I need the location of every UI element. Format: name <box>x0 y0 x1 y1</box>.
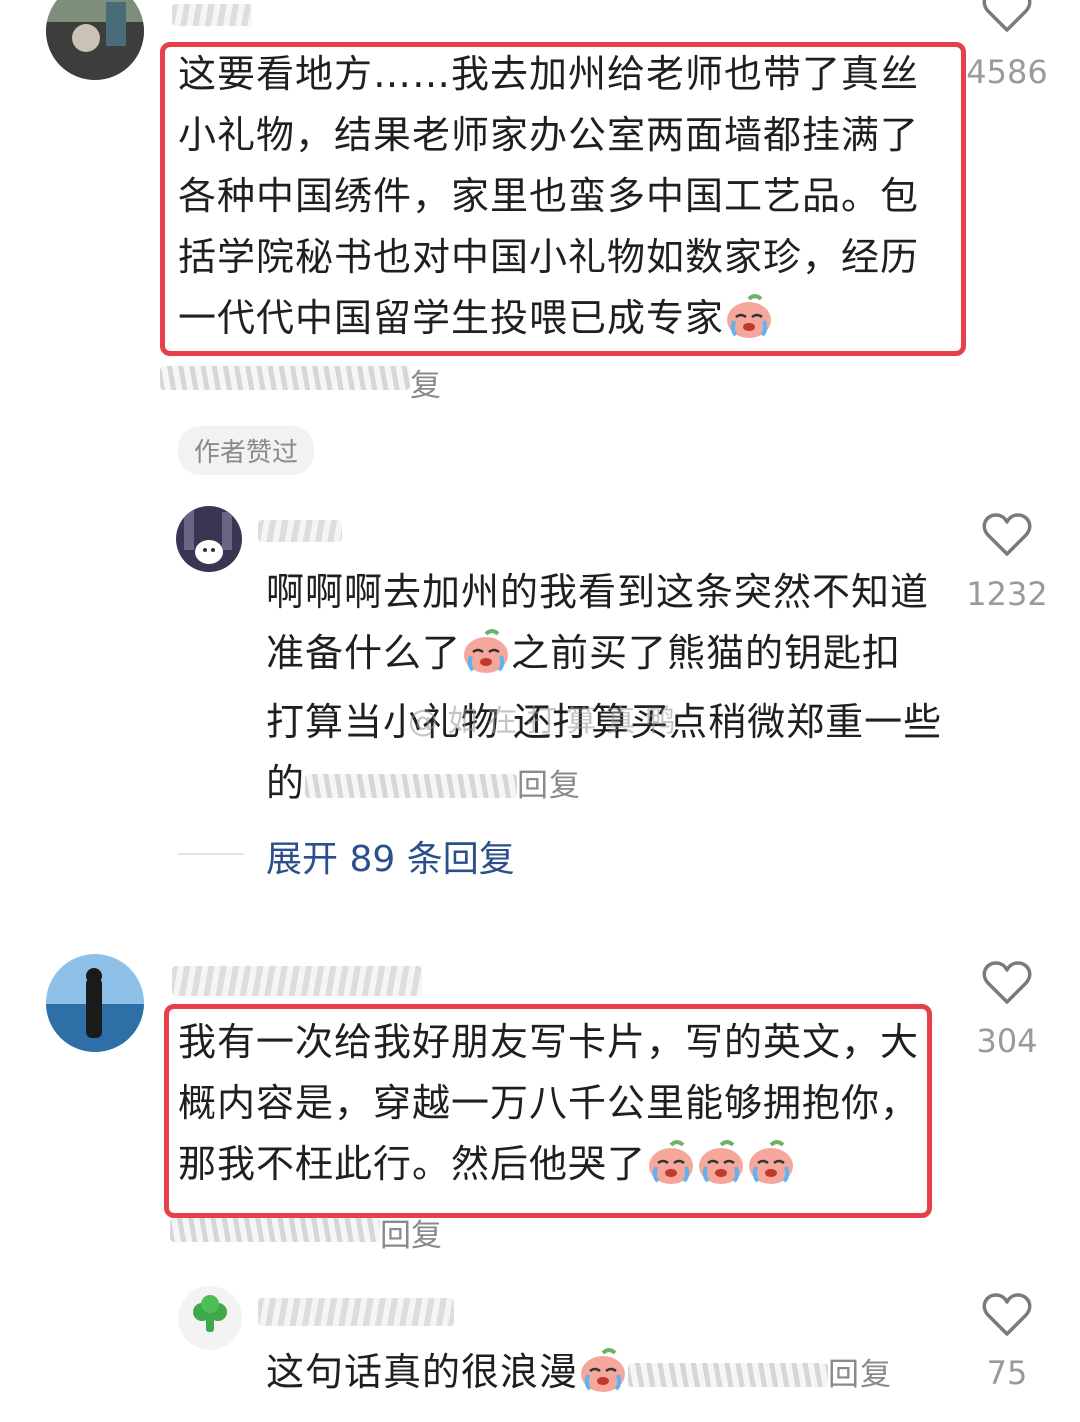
comment-text: 这句话真的很浪漫 回复 <box>266 1342 966 1411</box>
reply-button[interactable]: 复 <box>410 360 441 405</box>
like-count: 1232 <box>966 575 1048 613</box>
heart-outline-icon <box>982 0 1032 32</box>
timestamp-location-redacted <box>160 366 410 390</box>
avatar-image <box>46 954 144 1052</box>
heart-outline-icon <box>982 513 1032 556</box>
username-redacted[interactable] <box>258 1298 454 1326</box>
expand-replies-link[interactable]: 展开 89 条回复 <box>266 830 515 882</box>
heart-outline-icon <box>982 1293 1032 1336</box>
divider <box>178 853 244 855</box>
crying-peach-emoji-icon <box>646 1139 696 1203</box>
like-button[interactable] <box>977 512 1037 562</box>
crying-peach-emoji-icon <box>578 1347 628 1411</box>
like-button[interactable] <box>977 0 1037 38</box>
timestamp-location-redacted <box>305 774 518 798</box>
avatar[interactable] <box>178 1286 242 1350</box>
heart-outline-icon <box>982 961 1032 1004</box>
timestamp-location-redacted <box>170 1218 380 1242</box>
author-liked-badge: 作者赞过 <box>178 426 315 475</box>
avatar-image <box>176 506 242 572</box>
avatar[interactable] <box>46 0 144 80</box>
comment-text: 这要看地方……我去加州给老师也带了真丝 小礼物，结果老师家办公室两面墙都挂满了 … <box>178 44 958 357</box>
avatar-image <box>46 0 144 80</box>
crying-peach-emoji-icon <box>696 1139 746 1203</box>
reply-button[interactable]: 回复 <box>380 1210 442 1255</box>
timestamp-location-redacted <box>628 1363 829 1387</box>
comment-text: 啊啊啊去加州的我看到这条突然不知道 准备什么了 之前买了熊猫的钥匙扣 打算当小礼… <box>266 570 943 805</box>
username-redacted[interactable] <box>172 966 422 996</box>
comment-text: 我有一次给我好朋友写卡片，写的英文，大 概内容是，穿越一万八千公里能够拥抱你， … <box>178 1012 928 1203</box>
broccoli-avatar-icon <box>193 1295 227 1332</box>
crying-peach-emoji-icon <box>461 628 511 692</box>
like-count: 304 <box>976 1022 1038 1060</box>
avatar[interactable] <box>46 954 144 1052</box>
like-button[interactable] <box>977 960 1037 1010</box>
watermark: @ 如 在 打 算 真 鸭 <box>408 704 676 739</box>
like-button[interactable] <box>977 1292 1037 1342</box>
crying-peach-emoji-icon <box>724 293 774 357</box>
reply-button[interactable]: 回复 <box>828 1357 892 1393</box>
username-redacted[interactable] <box>258 520 342 542</box>
crying-peach-emoji-icon <box>746 1139 796 1203</box>
like-count: 75 <box>986 1354 1028 1392</box>
reply-button[interactable]: 回复 <box>517 768 581 804</box>
like-count: 4586 <box>966 53 1048 91</box>
avatar[interactable] <box>176 506 242 572</box>
username-redacted[interactable] <box>172 4 252 26</box>
